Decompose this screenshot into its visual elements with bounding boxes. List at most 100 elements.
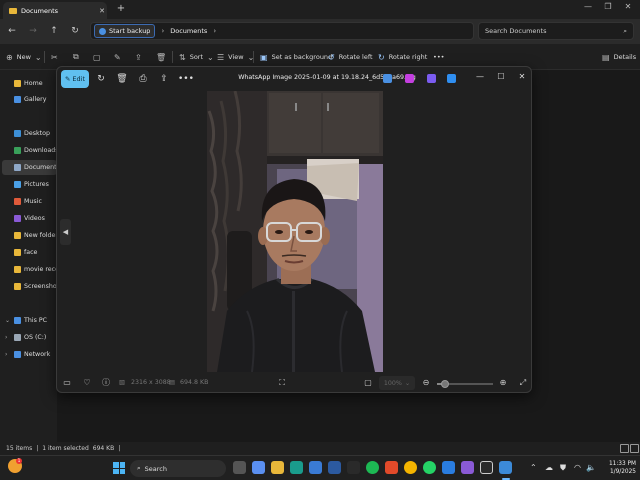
sidebar-item-pictures[interactable]: Pictures xyxy=(2,177,57,192)
share-button[interactable]: ⇪ xyxy=(135,50,142,64)
copilot-icon[interactable] xyxy=(252,461,265,474)
tiles-view-toggle[interactable] xyxy=(630,444,639,453)
system-clock[interactable]: 11:33 PM 1/9/2025 xyxy=(602,460,636,476)
minimize-icon[interactable]: — xyxy=(473,72,487,81)
start-windows-icon[interactable] xyxy=(113,462,125,474)
designer-app-icon[interactable] xyxy=(383,74,392,83)
copy-button[interactable]: ⧉ xyxy=(73,50,79,64)
volume-icon[interactable]: 🔈 xyxy=(586,463,596,472)
sidebar-item-network[interactable]: › Network xyxy=(2,347,57,362)
refresh-icon[interactable]: ↻ xyxy=(68,24,82,38)
sidebar-item-documents[interactable]: Documents xyxy=(2,160,57,175)
sidebar-item-screenshots[interactable]: Screenshots xyxy=(2,279,57,294)
zoom-in-icon[interactable]: ⊕ xyxy=(496,376,510,390)
search-icon: ⌕ xyxy=(137,464,141,472)
details-view-toggle[interactable] xyxy=(620,444,629,453)
zoom-out-icon[interactable]: ⊖ xyxy=(419,376,433,390)
new-tab-button[interactable]: + xyxy=(115,3,127,14)
notepad-icon[interactable] xyxy=(347,461,360,474)
rename-button[interactable]: ✎ xyxy=(114,50,121,64)
forward-icon[interactable]: → xyxy=(26,24,40,38)
clipchamp-app-icon[interactable] xyxy=(405,74,414,83)
spotify-icon[interactable] xyxy=(366,461,379,474)
sort-icon: ⇅ xyxy=(179,52,186,62)
paint-app-icon[interactable] xyxy=(427,74,436,83)
breadcrumb[interactable]: Start backup › Documents › xyxy=(90,22,474,40)
displayed-photo[interactable] xyxy=(207,91,383,372)
task-view-icon[interactable] xyxy=(233,461,246,474)
sidebar-item-os-c[interactable]: › OS (C:) xyxy=(2,330,57,345)
previous-image-button[interactable]: ◀ xyxy=(60,219,71,245)
delete-icon[interactable]: 🗑 xyxy=(115,72,129,86)
sidebar-item-music[interactable]: Music xyxy=(2,194,57,209)
info-icon[interactable]: ⓘ xyxy=(99,376,113,390)
sidebar-item-downloads[interactable]: Downloads xyxy=(2,143,57,158)
chevron-right-icon[interactable]: › xyxy=(213,27,216,35)
new-button[interactable]: ⊕ New ⌄ xyxy=(6,50,42,64)
more-options-button[interactable]: ••• xyxy=(433,50,445,64)
onedrive-cloud-icon[interactable] xyxy=(447,74,456,83)
wifi-icon[interactable]: ◠ xyxy=(574,463,581,472)
chevron-up-icon[interactable]: ⌃ xyxy=(530,463,537,472)
sidebar-item-face[interactable]: face xyxy=(2,245,57,260)
cloud-icon[interactable]: ☁ xyxy=(545,463,553,472)
edit-button[interactable]: ✎ Edit xyxy=(61,70,89,88)
whatsapp-icon[interactable] xyxy=(423,461,436,474)
up-icon[interactable]: ↑ xyxy=(47,24,61,38)
sidebar-item-this-pc[interactable]: ⌄ This PC xyxy=(2,313,57,328)
more-icon[interactable]: ••• xyxy=(178,72,194,86)
share-icon[interactable]: ⇪ xyxy=(157,72,171,86)
details-button[interactable]: ▤ Details xyxy=(602,50,636,64)
cut-button[interactable]: ✂ xyxy=(51,50,58,64)
microsoft-store-icon[interactable] xyxy=(309,461,322,474)
chrome-browser-icon[interactable] xyxy=(404,461,417,474)
fullscreen-icon[interactable]: ⛶ xyxy=(275,376,289,390)
rotate-left-button[interactable]: ↺ Rotate left xyxy=(328,50,373,64)
expand-chevron-icon[interactable]: › xyxy=(5,351,7,358)
sidebar-item-new-folder[interactable]: New folder xyxy=(2,228,57,243)
print-icon[interactable]: ⎙ xyxy=(136,72,150,86)
zoom-level-select[interactable]: 100% ⌄ xyxy=(379,376,415,390)
sidebar-item-desktop[interactable]: Desktop xyxy=(2,126,57,141)
expand-chevron-icon[interactable]: ⌄ xyxy=(5,317,10,324)
paste-button[interactable]: ▢ xyxy=(93,50,101,64)
search-input[interactable]: Search Documents ⌕ xyxy=(478,22,634,40)
minimize-icon[interactable]: — xyxy=(580,2,596,11)
rotate-icon[interactable]: ↻ xyxy=(94,72,108,86)
zoom-slider-thumb[interactable] xyxy=(441,380,450,388)
close-icon[interactable]: ✕ xyxy=(515,72,529,81)
favorite-heart-icon[interactable]: ♡ xyxy=(80,376,94,390)
delete-button[interactable]: 🗑 xyxy=(156,50,166,64)
breadcrumb-documents[interactable]: Documents xyxy=(170,27,207,35)
tab-documents[interactable]: Documents ✕ xyxy=(3,2,107,19)
taskbar-search[interactable]: ⌕ Search xyxy=(130,460,226,477)
fit-to-window-icon[interactable]: ▢ xyxy=(361,376,375,390)
sort-button[interactable]: ⇅ Sort ⌄ xyxy=(179,50,214,64)
rotate-right-button[interactable]: ↻ Rotate right xyxy=(378,50,427,64)
security-icon[interactable]: ⛊ xyxy=(560,463,566,473)
sidebar-item-movie-recomme[interactable]: movie recomme xyxy=(2,262,57,277)
view-button[interactable]: ☰ View ⌄ xyxy=(217,50,254,64)
set-as-background-button[interactable]: ▣ Set as background xyxy=(260,50,332,64)
expand-chevron-icon[interactable]: › xyxy=(5,334,7,341)
tab-close-icon[interactable]: ✕ xyxy=(97,7,107,15)
brave-browser-icon[interactable] xyxy=(385,461,398,474)
maximize-icon[interactable]: ☐ xyxy=(494,72,508,81)
breadcrumb-start-backup[interactable]: Start backup xyxy=(94,24,156,38)
filmstrip-icon[interactable]: ▭ xyxy=(60,376,74,390)
photos-app-icon[interactable] xyxy=(499,461,512,474)
edge-browser-icon[interactable] xyxy=(290,461,303,474)
file-explorer-icon[interactable] xyxy=(271,461,284,474)
pycharm-icon[interactable] xyxy=(480,461,493,474)
close-window-icon[interactable]: ✕ xyxy=(620,2,636,11)
vscode-icon[interactable] xyxy=(442,461,455,474)
terminal-icon[interactable] xyxy=(328,461,341,474)
sidebar-item-videos[interactable]: Videos xyxy=(2,211,57,226)
sidebar-item-home[interactable]: Home xyxy=(2,76,57,91)
back-icon[interactable]: ← xyxy=(5,24,19,38)
maximize-icon[interactable]: ❐ xyxy=(600,2,616,11)
expand-icon[interactable]: ⤢ xyxy=(516,376,530,390)
sidebar-item-gallery[interactable]: Gallery xyxy=(2,92,57,107)
visual-studio-icon[interactable] xyxy=(461,461,474,474)
zoom-slider[interactable] xyxy=(437,380,493,388)
